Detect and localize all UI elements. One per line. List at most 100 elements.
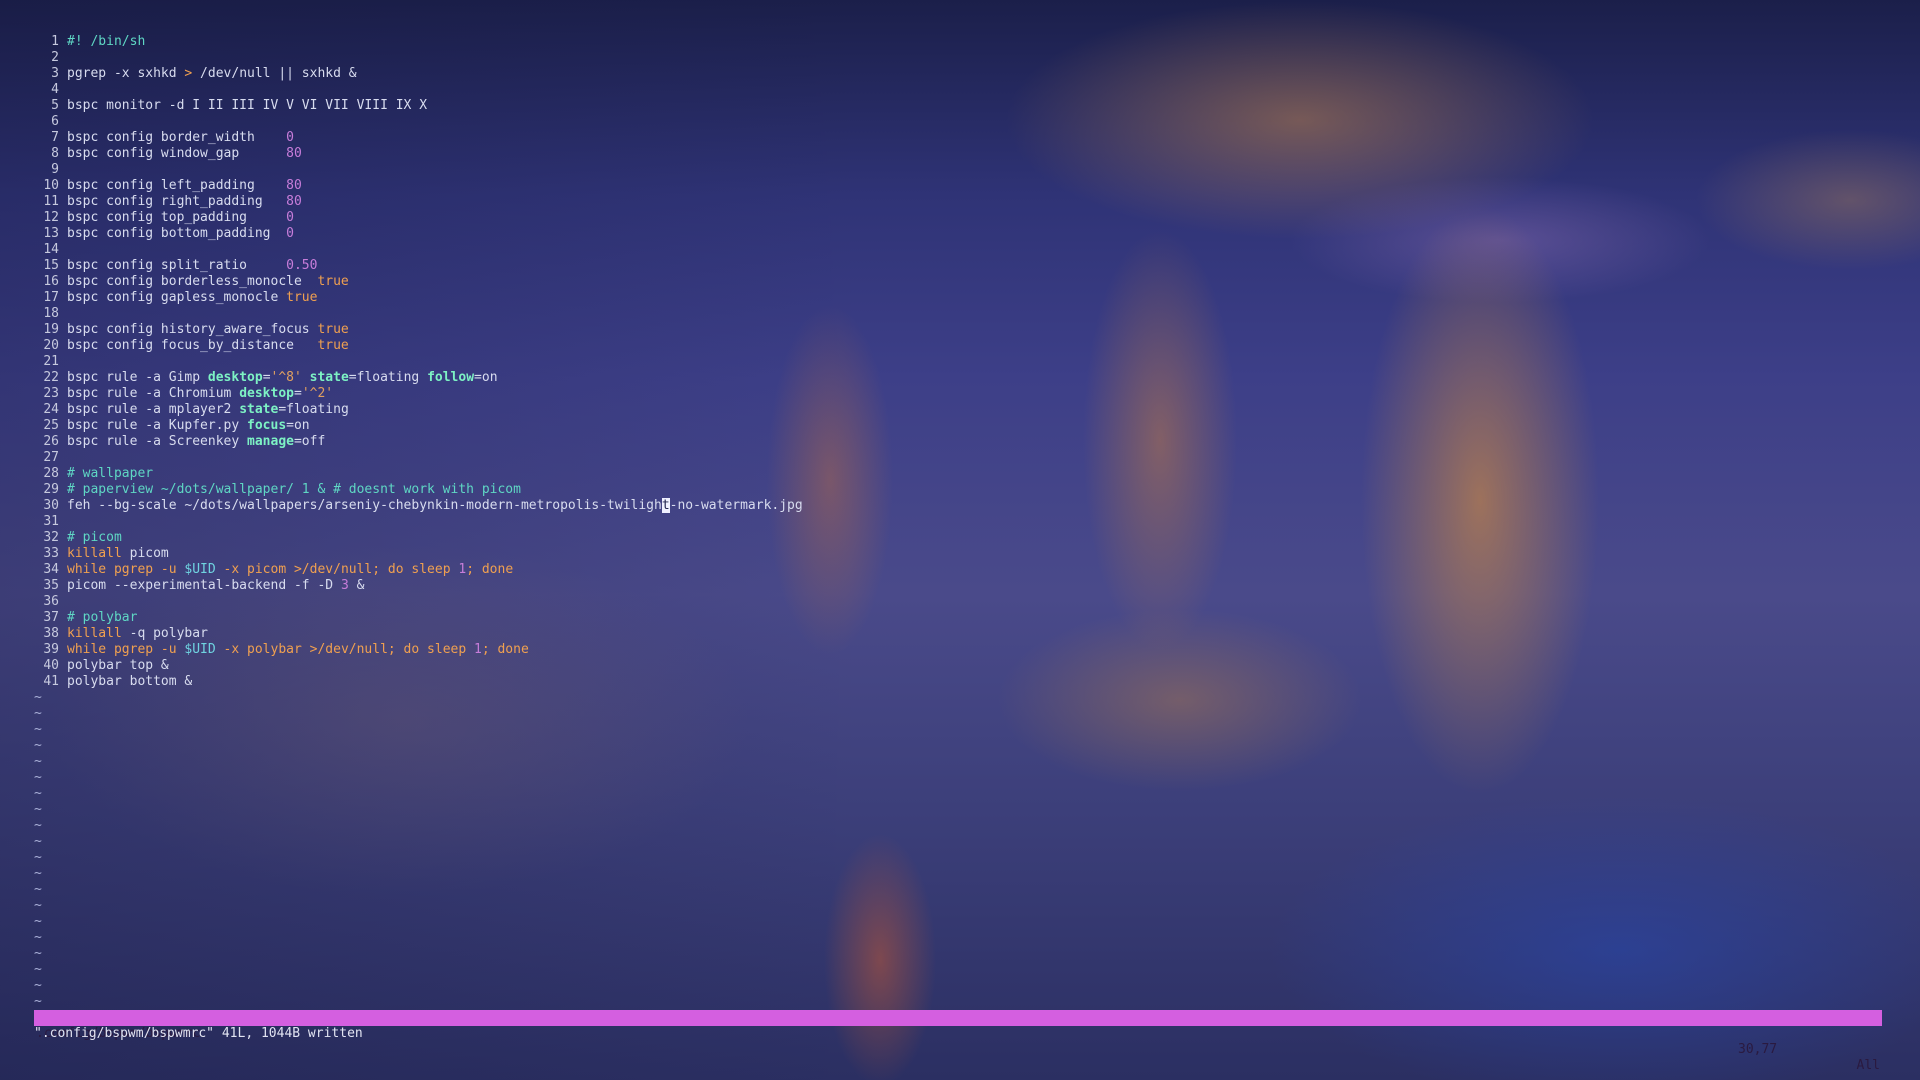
line-number: 16 [43, 274, 59, 289]
empty-line-marker: ~ [34, 722, 42, 737]
code-line[interactable]: 1 #! /bin/sh [0, 34, 145, 50]
code-line[interactable]: 34 while pgrep -u $UID -x picom >/dev/nul… [0, 562, 513, 578]
code-line[interactable]: 11 bspc config right_padding 80 [0, 194, 301, 210]
line-number: 7 [51, 130, 59, 145]
code-line[interactable]: 36 [0, 594, 67, 610]
line-number: 36 [43, 594, 59, 609]
line-number: 15 [43, 258, 59, 273]
code-token: = [293, 386, 302, 401]
code-token: bspc config left_padding [67, 178, 287, 193]
code-token: '^2' [301, 386, 334, 401]
code-line[interactable]: 4 [0, 82, 67, 98]
code-token: desktop [239, 386, 294, 401]
code-line[interactable]: 24 bspc rule -a mplayer2 state=floating [0, 402, 348, 418]
code-line[interactable]: 6 [0, 114, 67, 130]
code-token: 3 [340, 578, 349, 593]
code-token: =on [474, 370, 498, 385]
code-line[interactable]: 20 bspc config focus_by_distance true [0, 338, 348, 354]
code-line[interactable]: 8 bspc config window_gap 80 [0, 146, 302, 162]
code-token: picom --experimental-backend -f -D [67, 578, 341, 593]
empty-line-marker: ~ [34, 738, 42, 753]
code-line[interactable]: 27 [0, 450, 67, 466]
vim-statusline: .config/bspwm/bspwmrc 30,77 All [34, 1010, 1882, 1073]
line-number: 39 [43, 642, 59, 657]
code-line[interactable]: 40 polybar top & [0, 658, 168, 674]
code-line[interactable]: 12 bspc config top_padding 0 [0, 210, 294, 226]
code-token: bspc config split_ratio [67, 258, 287, 273]
line-number: 31 [43, 514, 59, 529]
code-token: desktop [207, 370, 263, 385]
code-line[interactable]: 29 # paperview ~/dots/wallpaper/ 1 & # do… [0, 482, 521, 498]
line-number: 19 [43, 322, 59, 337]
code-line[interactable]: 30 feh --bg-scale ~/dots/wallpapers/arsen… [0, 498, 803, 514]
code-line[interactable]: 16 bspc config borderless_monocle true [0, 274, 348, 290]
code-token: ; done [466, 562, 514, 577]
code-token: bspc config right_padding [67, 194, 287, 209]
code-token: bspc config borderless_monocle [67, 274, 318, 289]
code-token: bspc rule -a mplayer2 [67, 402, 240, 417]
code-line[interactable]: 22 bspc rule -a Gimp desktop='^8' state=f… [0, 370, 498, 386]
code-token: bspc rule -a Kupfer.py [67, 418, 248, 433]
line-number: 23 [43, 386, 59, 401]
code-token: bspc monitor -d I II III IV V VI VII VII… [67, 98, 428, 113]
code-token: bspc rule -a Chromium [67, 386, 240, 401]
code-token: 0.50 [286, 258, 318, 273]
code-token: bspc config border_width [67, 130, 287, 145]
empty-line-marker: ~ [34, 914, 42, 929]
text-cursor: t [661, 498, 670, 513]
code-line[interactable]: 15 bspc config split_ratio 0.50 [0, 258, 317, 274]
line-number: 22 [43, 370, 59, 385]
code-line[interactable]: 5 bspc monitor -d I II III IV V VI VII VI… [0, 98, 427, 114]
code-line[interactable]: 26 bspc rule -a Screenkey manage=off [0, 434, 325, 450]
code-line[interactable]: 7 bspc config border_width 0 [0, 130, 294, 146]
code-line[interactable]: 38 killall -q polybar [0, 626, 208, 642]
code-line[interactable]: 23 bspc rule -a Chromium desktop='^2' [0, 386, 333, 402]
code-token: ; done [481, 642, 529, 657]
line-number: 9 [51, 162, 59, 177]
code-token: 0 [286, 130, 294, 145]
code-line[interactable]: 28 # wallpaper [0, 466, 153, 482]
vim-editor[interactable]: 1 #! /bin/sh 2 3 pgrep -x sxhkd > /dev/null … [0, 0, 1920, 1080]
code-line[interactable]: 19 bspc config history_aware_focus true [0, 322, 348, 338]
empty-line-marker: ~ [34, 898, 42, 913]
line-number: 21 [43, 354, 59, 369]
code-line[interactable]: 41 polybar bottom & [0, 674, 192, 690]
code-line[interactable]: 18 [0, 306, 67, 322]
line-number: 37 [43, 610, 59, 625]
code-line[interactable]: 10 bspc config left_padding 80 [0, 178, 301, 194]
code-line[interactable]: 39 while pgrep -u $UID -x polybar >/dev/n… [0, 642, 529, 658]
statusline-cursor-position: 30,77 [1738, 1042, 1778, 1057]
code-token: picom [121, 546, 169, 561]
line-number: 1 [51, 34, 59, 49]
code-line[interactable]: 2 [0, 50, 67, 66]
code-token: =on [286, 418, 310, 433]
code-token: bspc config top_padding [67, 210, 287, 225]
code-token: 1 [458, 562, 467, 577]
line-number: 41 [43, 674, 59, 689]
code-line[interactable]: 33 killall picom [0, 546, 169, 562]
code-line[interactable]: 13 bspc config bottom_padding 0 [0, 226, 294, 242]
code-line[interactable]: 37 # polybar [0, 610, 137, 626]
code-token: # wallpaper [67, 466, 154, 481]
line-number: 34 [43, 562, 59, 577]
line-number: 2 [51, 50, 59, 65]
code-line[interactable]: 3 pgrep -x sxhkd > /dev/null || sxhkd & [0, 66, 356, 82]
code-line[interactable]: 32 # picom [0, 530, 121, 546]
code-line[interactable]: 25 bspc rule -a Kupfer.py focus=on [0, 418, 310, 434]
line-number: 10 [43, 178, 59, 193]
line-number: 38 [43, 626, 59, 641]
empty-line-marker: ~ [34, 962, 42, 977]
code-token: # paperview ~/dots/wallpaper/ 1 & # does… [67, 482, 521, 497]
empty-line-marker: ~ [34, 946, 42, 961]
line-number: 28 [43, 466, 59, 481]
code-token: bspc config focus_by_distance [67, 338, 318, 353]
code-line[interactable]: 9 [0, 162, 67, 178]
code-line[interactable]: 17 bspc config gapless_monocle true [0, 290, 317, 306]
code-line[interactable]: 21 [0, 354, 67, 370]
code-token: #! /bin/sh [67, 34, 146, 49]
code-line[interactable]: 35 picom --experimental-backend -f -D 3 & [0, 578, 364, 594]
code-line[interactable]: 14 [0, 242, 67, 258]
code-token: -x picom >/dev/null; do sleep [215, 562, 459, 577]
empty-line-marker: ~ [34, 866, 42, 881]
code-line[interactable]: 31 [0, 514, 67, 530]
